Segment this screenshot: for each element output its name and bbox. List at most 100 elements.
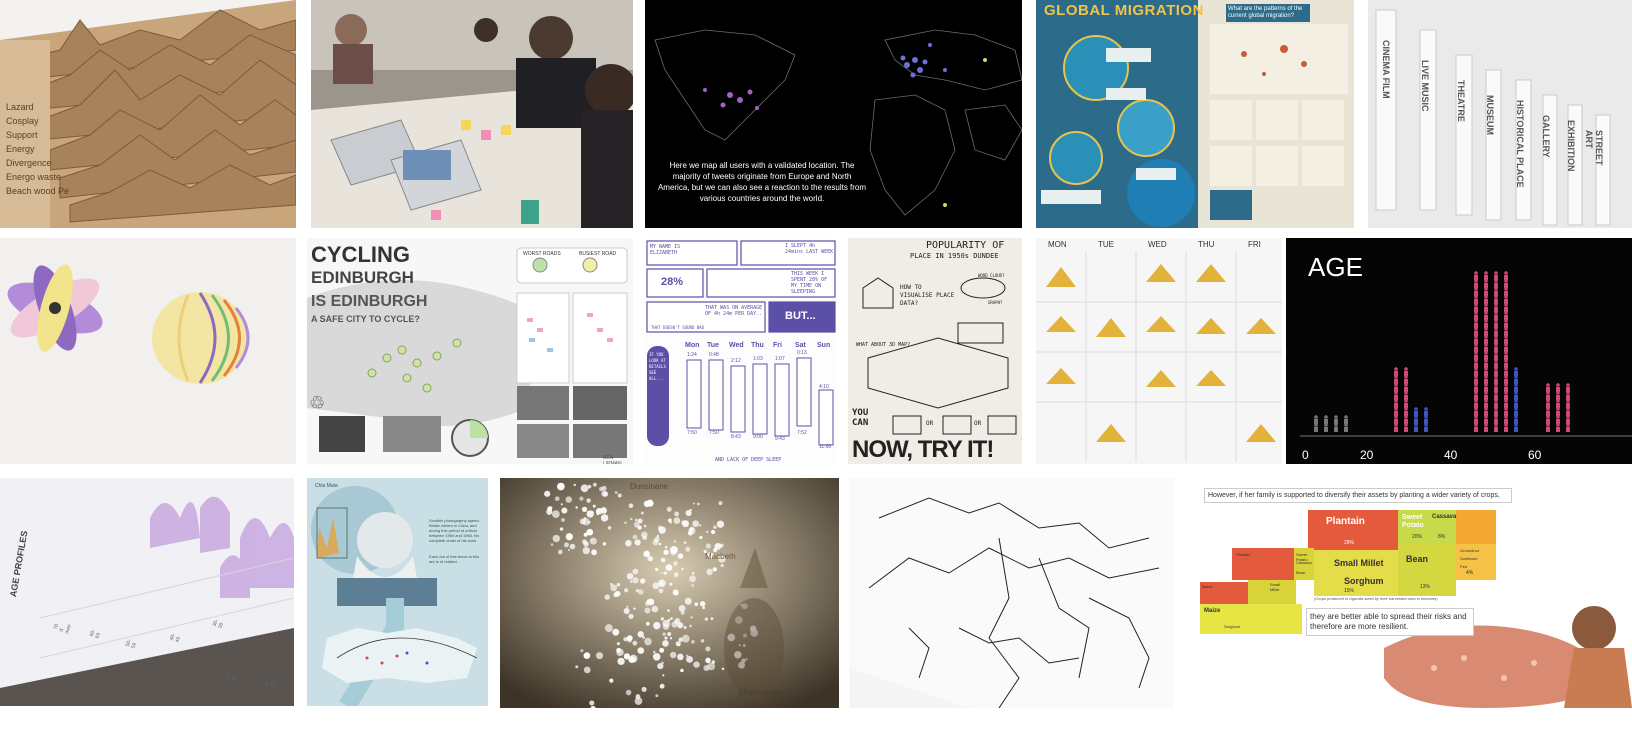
light-dot	[699, 601, 706, 607]
light-dot	[623, 588, 629, 593]
pictogram-body	[1484, 307, 1488, 312]
light-dot	[580, 484, 589, 493]
pictogram-body	[1494, 339, 1498, 344]
pictogram-body	[1474, 339, 1478, 344]
pictogram-body	[1546, 411, 1550, 416]
pictogram-body	[1484, 283, 1488, 288]
comic-text: THAT WAS ON AVERAGE OF 4h 24m PER DAY..	[705, 305, 763, 317]
light-dot	[719, 543, 724, 548]
comic-time: 4:10	[819, 384, 829, 390]
light-dot	[623, 608, 630, 615]
pictogram-person	[1314, 415, 1318, 419]
light-dot	[658, 588, 664, 594]
pictogram-body	[1494, 299, 1498, 304]
cycling-title-2: EDINBURGH	[311, 268, 414, 287]
pictogram-body	[1514, 395, 1518, 400]
age-chart: AGE 0 20 40 60	[1286, 238, 1632, 464]
light-dot	[633, 607, 636, 610]
pictogram-body	[1494, 427, 1498, 432]
crops-caption-bottom: they are better able to spread their ris…	[1306, 608, 1474, 636]
light-dot	[586, 510, 594, 518]
pictogram-body	[1484, 363, 1488, 368]
pictogram-body	[1474, 331, 1478, 336]
light-dot	[673, 540, 676, 543]
light-dot	[600, 507, 607, 514]
pictogram-body	[1484, 291, 1488, 296]
light-dot	[652, 650, 656, 654]
pictogram-body	[1404, 379, 1408, 384]
pictogram-body	[1494, 283, 1498, 288]
light-dot	[592, 482, 597, 487]
pictogram-body	[1504, 339, 1508, 344]
sketch-bottom: NOW, TRY IT!	[852, 436, 994, 463]
migration-title: GLOBAL MIGRATION	[1044, 2, 1204, 19]
light-dot	[552, 510, 560, 518]
comic-time: 1:24	[687, 352, 697, 358]
workshop-scene	[311, 0, 633, 228]
light-dot	[702, 606, 706, 610]
pictogram-body	[1494, 307, 1498, 312]
light-dot	[564, 542, 569, 548]
bicycle-icon: ♲	[309, 393, 326, 413]
light-dot	[716, 520, 725, 528]
pictogram-body	[1394, 403, 1398, 408]
light-dot	[694, 602, 699, 607]
pictogram-body	[1474, 307, 1478, 312]
pictogram-body	[1484, 411, 1488, 416]
pictogram-body	[1504, 323, 1508, 328]
pictogram-body	[1474, 299, 1478, 304]
light-dot	[624, 521, 627, 525]
sketch-how-to: HOW TO VISUALISE PLACE DATA?	[900, 284, 955, 307]
pictogram-body	[1504, 419, 1508, 424]
crops-treemap-poster: However, if her family is supported to d…	[1184, 478, 1632, 708]
light-dot	[643, 524, 647, 528]
pictogram-body	[1494, 411, 1498, 416]
light-dot	[612, 628, 620, 636]
pictogram-body	[1504, 379, 1508, 384]
light-dot	[653, 621, 661, 630]
sketch-place-popularity: POPULARITY OF PLACE IN 1950s DUNDEE HOW …	[848, 238, 1022, 464]
week-grid-pyramids: MON TUE WED THU FRI	[1036, 238, 1282, 464]
pictogram-body	[1546, 387, 1550, 392]
light-dot	[558, 484, 562, 487]
light-dot	[604, 624, 613, 633]
light-dot	[573, 483, 576, 487]
pictogram-body	[1394, 419, 1398, 424]
light-dot	[673, 572, 679, 578]
light-dot	[705, 657, 711, 664]
pictogram-body	[1394, 427, 1398, 432]
crops-treemap	[1200, 510, 1632, 708]
light-dot	[607, 525, 612, 530]
light-dot	[681, 634, 690, 643]
light-dot	[586, 528, 594, 536]
pictogram-body	[1334, 427, 1338, 432]
pictogram-person	[1566, 383, 1570, 387]
light-dot	[625, 539, 632, 547]
paper-sphere-shapes	[0, 238, 296, 464]
light-dot	[669, 637, 673, 640]
light-dot	[664, 636, 668, 640]
cinema-label: GALLERY	[1541, 115, 1551, 158]
light-dot	[658, 526, 666, 534]
light-dot	[565, 533, 573, 541]
light-dot	[691, 640, 695, 644]
light-dot	[663, 571, 667, 575]
pictogram-body	[1504, 315, 1508, 320]
mountain-label: Energo waste	[6, 172, 62, 182]
pictogram-body	[1494, 275, 1498, 280]
lights-label: Macbeth	[705, 552, 736, 561]
pictogram-body	[1394, 379, 1398, 384]
pictogram-body	[1474, 419, 1478, 424]
comic-time: 7:52	[797, 430, 807, 436]
pictogram-body	[1514, 387, 1518, 392]
crop-label: Plantain	[1326, 516, 1365, 527]
light-dot	[638, 589, 644, 595]
light-dot	[664, 545, 668, 549]
light-dot	[659, 647, 665, 653]
cycling-title-4: A SAFE CITY TO CYCLE?	[311, 314, 420, 324]
cinema-bar-labels: CINEMA FILM LIVE MUSIC THEATRE MUSEUM HI…	[1368, 0, 1632, 228]
week-day: MON	[1048, 240, 1067, 249]
pictogram-body	[1494, 331, 1498, 336]
pictogram-body	[1546, 419, 1550, 424]
crop-label: Maize	[1204, 608, 1221, 614]
